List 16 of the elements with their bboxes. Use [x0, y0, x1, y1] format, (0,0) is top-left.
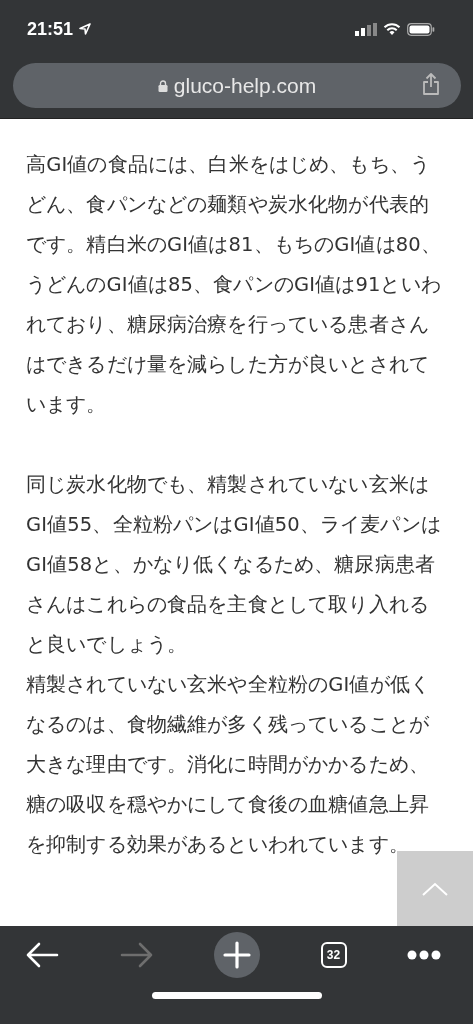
back-arrow-icon[interactable]: [25, 942, 59, 968]
share-icon[interactable]: [422, 72, 440, 96]
lock-icon: [157, 79, 168, 92]
paragraph: 高GI値の食品には、白米をはじめ、もち、うどん、食パンなどの麺類や炭水化物が代表的です。精白米のGI値は81、もちのGI値は80、うどんのGI値は85、食パンのGI値は91といわれており、糖尿病治療を行っている患者さんはできるだけ量を減らした方が良いとされています。: [26, 152, 442, 418]
more-icon[interactable]: [407, 950, 441, 960]
paragraph: 同じ炭水化物でも、精製されていない玄米はGI値55、全粒粉パンはGI値50、ライ麦パンはGI値58と、かなり低くなるため、糖尿病患者さんはこれらの食品を主食として取り入れると良いでしょう。: [26, 472, 442, 658]
chevron-up-icon: [421, 881, 449, 897]
new-tab-plus-icon[interactable]: [214, 932, 260, 978]
signal-icon: [355, 22, 377, 36]
status-time: 21:51: [27, 18, 74, 40]
address-bar[interactable]: gluco-help.com: [13, 63, 461, 108]
paragraph: 精製されていない玄米や全粒粉のGI値が低くなるのは、食物繊維が多く残っていることが大きな理由です。消化に時間がかかるため、糖の吸収を穏やかにして食後の血糖値急上昇を抑制する効果があるといわれています。: [26, 672, 431, 858]
wifi-icon: [383, 22, 401, 36]
battery-icon: [407, 22, 435, 36]
location-arrow-icon: [79, 23, 92, 35]
tab-count-button[interactable]: 32: [320, 942, 347, 968]
